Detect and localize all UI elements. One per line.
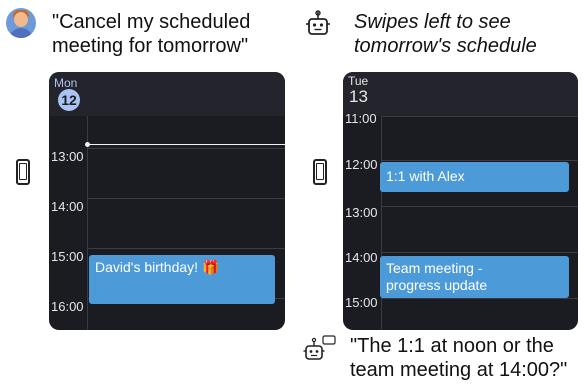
robot-icon	[306, 10, 330, 35]
today-date-badge[interactable]: 12	[58, 89, 80, 111]
day-header	[49, 72, 285, 116]
smartphone-icon	[16, 159, 30, 185]
user-utterance-line2: meeting for tomorrow"	[52, 35, 249, 57]
hour-label: 11:00	[345, 111, 377, 126]
current-time-line	[89, 144, 285, 145]
hour-label: 16:00	[51, 299, 84, 314]
hour-label: 15:00	[51, 249, 84, 264]
event-title-line1: Team meeting -	[386, 260, 483, 276]
hour-label: 15:00	[345, 295, 378, 310]
hour-label: 12:00	[345, 157, 378, 172]
day-header	[343, 72, 578, 116]
robot-speaking-icon	[303, 335, 336, 360]
agent-action-line2: tomorrow's schedule	[354, 35, 537, 57]
hour-label: 13:00	[345, 205, 378, 220]
agent-reply-line2: team meeting at 14:00?"	[350, 359, 568, 381]
user-avatar	[6, 8, 36, 38]
calendar-screen-tuesday: Tue 13 11:00 12:00 13:00 14:00 15:00 1:1…	[343, 72, 578, 330]
day-number[interactable]: 13	[349, 87, 368, 107]
event-title-line2: progress update	[386, 277, 488, 293]
event-davids-birthday[interactable]: David's birthday! 🎁	[89, 255, 275, 304]
event-one-on-one-alex[interactable]: 1:1 with Alex	[380, 162, 569, 192]
agent-reply-line1: "The 1:1 at noon or the	[350, 335, 554, 357]
user-utterance-line1: "Cancel my scheduled	[52, 11, 251, 33]
day-name: Tue	[348, 74, 369, 88]
user-utterance: "Cancel my scheduled meeting for tomorro…	[52, 10, 250, 58]
day-name: Mon	[54, 76, 78, 90]
agent-action: Swipes left to see tomorrow's schedule	[354, 10, 537, 58]
smartphone-icon	[313, 159, 327, 185]
event-team-meeting[interactable]: Team meeting - progress update	[380, 256, 569, 298]
hour-label: 14:00	[51, 199, 84, 214]
hour-label: 13:00	[51, 149, 84, 164]
agent-action-line1: Swipes left to see	[354, 11, 511, 33]
hour-label: 14:00	[345, 250, 378, 265]
calendar-screen-monday: Mon 12 13:00 14:00 15:00 16:00 David's b…	[49, 72, 285, 330]
agent-reply: "The 1:1 at noon or the team meeting at …	[350, 334, 567, 382]
